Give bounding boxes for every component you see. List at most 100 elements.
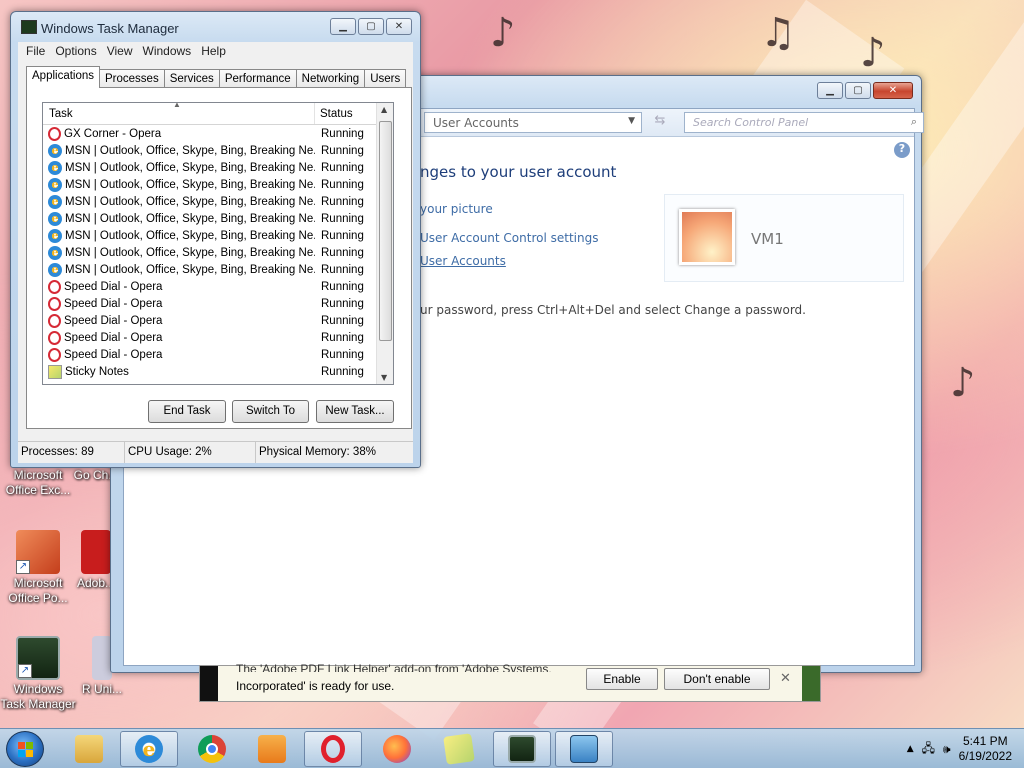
end-task-button[interactable]: End Task — [148, 400, 226, 423]
close-icon[interactable]: ✕ — [780, 670, 791, 686]
tab-users[interactable]: Users — [364, 69, 407, 88]
menu-help[interactable]: Help — [199, 43, 228, 60]
task-cell: Sticky Notes — [43, 364, 315, 379]
table-row[interactable]: Speed Dial - Opera Running — [43, 312, 393, 329]
taskbar: e ▲ 🖧 🕪 5:41 PM 6/19/2022 — [0, 728, 1024, 768]
scroll-up-icon[interactable]: ▲ — [381, 105, 387, 114]
taskbar-chrome[interactable] — [183, 731, 241, 767]
menu-bar: File Options View Windows Help — [18, 42, 413, 61]
account-name: VM1 — [751, 230, 784, 248]
table-row[interactable]: e MSN | Outlook, Office, Skype, Bing, Bre… — [43, 261, 393, 278]
tab-performance[interactable]: Performance — [218, 69, 297, 88]
table-row[interactable]: Sticky Notes Running — [43, 363, 393, 380]
menu-options[interactable]: Options — [53, 43, 98, 60]
close-button[interactable]: ✕ — [873, 82, 913, 99]
status-cell: Running — [321, 365, 364, 378]
tab-applications[interactable]: Applications — [26, 66, 101, 88]
taskbar-media-player[interactable] — [243, 731, 301, 767]
taskbar-task-manager[interactable] — [493, 731, 551, 767]
account-card: VM1 — [664, 194, 904, 282]
column-header-task[interactable]: Task ▲ — [43, 103, 315, 124]
desktop-icon-excel[interactable]: Microsoft Office Exc... — [0, 468, 76, 498]
breadcrumb[interactable]: User Accounts ▼ — [424, 112, 642, 133]
task-cell: GX Corner - Opera — [43, 126, 315, 141]
manage-accounts-link[interactable]: User Accounts — [420, 254, 506, 268]
switch-to-button[interactable]: Switch To — [232, 400, 309, 423]
table-row[interactable]: Speed Dial - Opera Running — [43, 278, 393, 295]
minimize-button[interactable]: ▁ — [817, 82, 843, 99]
task-name: GX Corner - Opera — [64, 127, 162, 140]
task-list[interactable]: Task ▲ Status GX Corner - Opera Running e M… — [42, 102, 394, 385]
taskbar-control-panel[interactable] — [555, 731, 613, 767]
menu-windows[interactable]: Windows — [141, 43, 194, 60]
uac-settings-link[interactable]: User Account Control settings — [420, 231, 598, 245]
status-cell: Running — [321, 127, 364, 140]
column-header-status[interactable]: Status — [315, 103, 379, 124]
close-button[interactable]: ✕ — [386, 18, 412, 35]
opera-icon — [48, 313, 61, 328]
taskbar-opera[interactable] — [304, 731, 362, 767]
show-hidden-icons-icon[interactable]: ▲ — [907, 744, 914, 754]
enable-button[interactable]: Enable — [586, 668, 658, 690]
table-row[interactable]: Speed Dial - Opera Running — [43, 346, 393, 363]
new-task-button[interactable]: New Task... — [316, 400, 394, 423]
taskbar-file-explorer[interactable] — [60, 731, 118, 767]
network-icon[interactable]: 🖧 — [922, 739, 935, 760]
tab-networking[interactable]: Networking — [295, 69, 366, 88]
sticky-notes-icon — [48, 364, 62, 379]
volume-icon[interactable]: 🕪 — [943, 742, 951, 757]
addon-notification-bar: The 'Adobe PDF Link Helper' add-on from … — [199, 662, 821, 702]
table-row[interactable]: e MSN | Outlook, Office, Skype, Bing, Bre… — [43, 193, 393, 210]
scrollbar-thumb[interactable] — [379, 121, 392, 341]
table-row[interactable]: e MSN | Outlook, Office, Skype, Bing, Bre… — [43, 244, 393, 261]
task-cell: e MSN | Outlook, Office, Skype, Bing, Bre… — [43, 194, 315, 209]
task-manager-window[interactable]: Windows Task Manager ▁ ▢ ✕ File Options … — [10, 11, 421, 468]
page-heading: nges to your user account — [420, 163, 617, 181]
status-cell: Running — [321, 280, 364, 293]
desktop-icon-powerpoint[interactable]: ↗ Microsoft Office Po... — [0, 530, 76, 606]
taskbar-firefox[interactable] — [368, 731, 426, 767]
change-picture-link[interactable]: your picture — [420, 202, 493, 216]
help-icon[interactable]: ? — [894, 142, 910, 158]
task-name: MSN | Outlook, Office, Skype, Bing, Brea… — [65, 212, 315, 225]
table-row[interactable]: Speed Dial - Opera Running — [43, 295, 393, 312]
chrome-icon — [198, 735, 226, 763]
chevron-down-icon[interactable]: ▼ — [628, 116, 635, 126]
dont-enable-button[interactable]: Don't enable — [664, 668, 770, 690]
maximize-button[interactable]: ▢ — [358, 18, 384, 35]
desktop-icon-label: Windows Task Manager — [0, 682, 76, 711]
table-row[interactable]: e MSN | Outlook, Office, Skype, Bing, Bre… — [43, 227, 393, 244]
taskbar-internet-explorer[interactable]: e — [120, 731, 178, 767]
scroll-down-icon[interactable]: ▼ — [381, 373, 387, 382]
start-button[interactable] — [6, 731, 44, 767]
taskbar-sticky-notes[interactable] — [430, 731, 488, 767]
refresh-icon[interactable]: ⇆ — [646, 113, 674, 133]
music-note-decoration: ♪ — [860, 30, 886, 76]
desktop-icon-task-manager[interactable]: ↗ Windows Task Manager — [0, 636, 76, 712]
table-row[interactable]: e MSN | Outlook, Office, Skype, Bing, Bre… — [43, 210, 393, 227]
status-bar: Processes: 89 CPU Usage: 2% Physical Mem… — [18, 441, 413, 463]
table-row[interactable]: e MSN | Outlook, Office, Skype, Bing, Bre… — [43, 142, 393, 159]
tab-services[interactable]: Services — [163, 69, 220, 88]
menu-view[interactable]: View — [105, 43, 135, 60]
avatar[interactable] — [679, 209, 735, 265]
clock-time: 5:41 PM — [962, 734, 1008, 748]
table-row[interactable]: Speed Dial - Opera Running — [43, 329, 393, 346]
system-tray: ▲ 🖧 🕪 5:41 PM 6/19/2022 — [907, 733, 1012, 765]
minimize-button[interactable]: ▁ — [330, 18, 356, 35]
music-note-decoration: ♪ — [490, 10, 516, 56]
menu-file[interactable]: File — [24, 43, 47, 60]
task-cell: e MSN | Outlook, Office, Skype, Bing, Bre… — [43, 143, 315, 158]
table-row[interactable]: e MSN | Outlook, Office, Skype, Bing, Bre… — [43, 159, 393, 176]
table-row[interactable]: e MSN | Outlook, Office, Skype, Bing, Bre… — [43, 176, 393, 193]
table-row[interactable]: GX Corner - Opera Running — [43, 125, 393, 142]
vertical-scrollbar[interactable]: ▲ ▼ — [376, 103, 393, 384]
task-name: Speed Dial - Opera — [64, 280, 163, 293]
window-controls: ▁ ▢ ✕ — [330, 18, 412, 35]
maximize-button[interactable]: ▢ — [845, 82, 871, 99]
clock[interactable]: 5:41 PM 6/19/2022 — [959, 734, 1012, 764]
tab-processes[interactable]: Processes — [99, 69, 165, 88]
search-input[interactable]: Search Control Panel ⌕ — [684, 112, 924, 133]
notification-message-line1: The 'Adobe PDF Link Helper' add-on from … — [236, 662, 552, 672]
task-name: MSN | Outlook, Office, Skype, Bing, Brea… — [65, 246, 315, 259]
